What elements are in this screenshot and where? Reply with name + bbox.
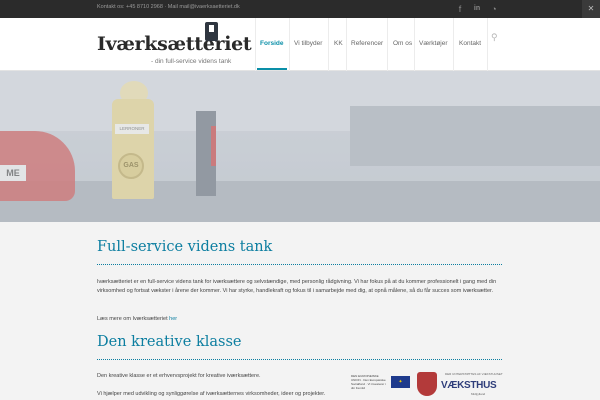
nav-divider — [255, 18, 256, 71]
nav-item-kk[interactable]: KK — [334, 40, 343, 47]
nav-item-forside[interactable]: Forside — [260, 40, 283, 47]
region-crest-icon — [417, 372, 437, 396]
read-more-line: Læs mere om Iværksætteriet her — [97, 315, 505, 324]
kreative-text-2: Vi hjælper med udvikling og synliggørels… — [97, 391, 326, 397]
kreative-text-1: Den kreative klasse er et erhvervsprojek… — [97, 373, 261, 379]
search-icon[interactable]: ⚲ — [491, 33, 500, 42]
hero-banner: ME LERRONER GAS — [0, 71, 600, 222]
eu-flag-icon: ✦ — [391, 376, 410, 388]
site-logo[interactable]: Iværksætteriet — [97, 33, 252, 55]
top-contact-bar: Kontakt os: +45 8710 2968 · Mail mail@iv… — [0, 0, 600, 18]
nav-item-vi-tilbyder[interactable]: Vi tilbyder — [294, 40, 322, 47]
nav-divider — [346, 18, 347, 71]
eu-logo-text: DEN EUROPÆISKE UNION · Den Europæiske So… — [351, 374, 386, 390]
nav-item-referencer[interactable]: Referencer — [351, 40, 383, 47]
nav-item-vaerktoejer[interactable]: Værktøjer — [419, 40, 448, 47]
nav-active-indicator — [257, 68, 287, 70]
section-divider — [97, 359, 502, 360]
section-intro-text: Iværksætteriet er en full-service videns… — [97, 279, 497, 294]
vaeksthus-caption: DER UNTERSTØTTES AF VÆKSTHUSET — [445, 372, 503, 376]
section-divider — [97, 264, 502, 265]
nav-divider — [328, 18, 329, 71]
nav-divider — [487, 18, 488, 71]
nav-divider — [453, 18, 454, 71]
rss-icon[interactable]: ◔ — [488, 3, 500, 15]
nav-divider — [414, 18, 415, 71]
linkedin-icon[interactable]: in — [471, 3, 483, 15]
nav-divider — [289, 18, 290, 71]
fuel-pump-logo-icon — [205, 22, 218, 41]
close-icon[interactable]: ✕ — [582, 0, 600, 18]
vaeksthus-logo: VÆKSTHUS — [441, 380, 497, 391]
sponsor-logos: DEN EUROPÆISKE UNION · Den Europæiske So… — [351, 372, 503, 400]
hero-overlay — [0, 71, 600, 222]
site-tagline: - din full-service videns tank — [151, 58, 232, 65]
facebook-icon[interactable]: f — [454, 3, 466, 15]
section-heading-kreative-klasse: Den kreative klasse — [97, 334, 242, 350]
vaeksthus-region: Midtjylland — [471, 392, 486, 396]
nav-item-kontakt[interactable]: Kontakt — [459, 40, 481, 47]
read-more-link[interactable]: her — [169, 316, 177, 322]
section-heading-full-service: Full-service videns tank — [97, 239, 273, 255]
read-more-text: Læs mere om Iværksætteriet — [97, 316, 168, 322]
nav-divider — [387, 18, 388, 71]
nav-item-om-os[interactable]: Om os — [393, 40, 412, 47]
contact-info: Kontakt os: +45 8710 2968 · Mail mail@iv… — [97, 4, 240, 10]
